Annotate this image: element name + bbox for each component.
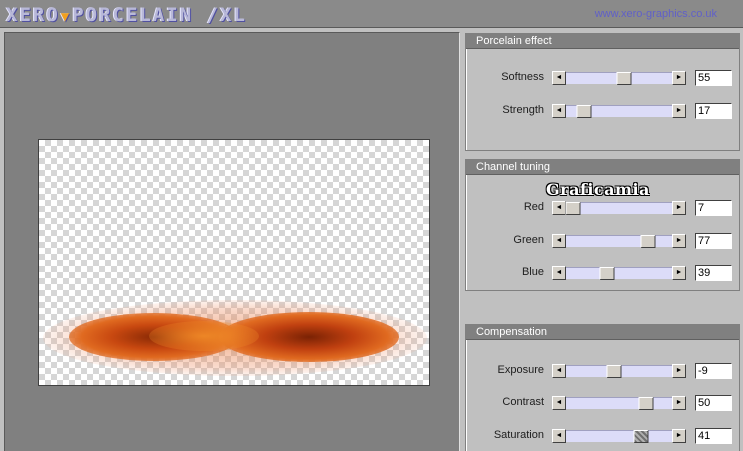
slider-row-exposure: Exposure ◄ ► -9 — [466, 363, 739, 379]
slider-thumb[interactable] — [576, 105, 592, 118]
slider-row-blue: Blue ◄ ► 39 — [466, 265, 739, 281]
slider-label: Contrast — [502, 396, 544, 408]
arrow-left-icon[interactable]: ◄ — [552, 201, 566, 215]
slider-track[interactable] — [566, 72, 672, 85]
slider-label: Saturation — [493, 429, 544, 441]
panel-channel-tuning: Channel tuning Graficamia Red ◄ ► 7 Gree… — [465, 159, 740, 291]
slider-row-saturation: Saturation ◄ ► 41 — [466, 428, 739, 444]
arrow-right-icon[interactable]: ► — [672, 364, 686, 378]
slider-row-green: Green ◄ ► 77 — [466, 233, 739, 249]
red-value-field[interactable]: 7 — [695, 200, 732, 216]
panel-title: Compensation — [466, 325, 739, 340]
arrow-left-icon[interactable]: ◄ — [552, 234, 566, 248]
softness-slider[interactable]: ◄ ► — [552, 71, 686, 85]
slider-thumb[interactable] — [606, 365, 622, 378]
title-bar: XERO▼PORCELAIN /XL www.xero-graphics.co.… — [0, 0, 743, 28]
slider-track[interactable] — [566, 235, 672, 248]
panel-title: Channel tuning — [466, 160, 739, 175]
arrow-left-icon[interactable]: ◄ — [552, 364, 566, 378]
arrow-left-icon[interactable]: ◄ — [552, 71, 566, 85]
slider-label: Softness — [501, 71, 544, 83]
watermark-text: Graficamia — [546, 180, 650, 199]
logo-text: XERO — [6, 4, 60, 26]
arrow-left-icon[interactable]: ◄ — [552, 104, 566, 118]
slider-label: Red — [523, 201, 544, 213]
arrow-right-icon[interactable]: ► — [672, 266, 686, 280]
effect-highlight — [149, 321, 259, 351]
slider-thumb[interactable] — [640, 235, 656, 248]
logo-text-2: PORCELAIN /XL — [72, 4, 247, 26]
slider-label: Green — [513, 234, 544, 246]
slider-track[interactable] — [566, 365, 672, 378]
exposure-slider[interactable]: ◄ ► — [552, 364, 686, 378]
app-logo: XERO▼PORCELAIN /XL — [6, 4, 247, 26]
slider-row-red: Red ◄ ► 7 — [466, 200, 739, 216]
blue-value-field[interactable]: 39 — [695, 265, 732, 281]
slider-track[interactable] — [566, 430, 672, 443]
blue-slider[interactable]: ◄ ► — [552, 266, 686, 280]
strength-slider[interactable]: ◄ ► — [552, 104, 686, 118]
panel-compensation: Compensation Exposure ◄ ► -9 Contrast ◄ … — [465, 324, 740, 451]
exposure-value-field[interactable]: -9 — [695, 363, 732, 379]
green-value-field[interactable]: 77 — [695, 233, 732, 249]
saturation-slider[interactable]: ◄ ► — [552, 429, 686, 443]
slider-label: Blue — [521, 266, 544, 278]
slider-row-strength: Strength ◄ ► 17 — [466, 103, 739, 119]
contrast-slider[interactable]: ◄ ► — [552, 396, 686, 410]
arrow-left-icon[interactable]: ◄ — [552, 266, 566, 280]
slider-thumb[interactable] — [599, 267, 615, 280]
preview-canvas[interactable] — [38, 139, 430, 386]
arrow-right-icon[interactable]: ► — [672, 234, 686, 248]
strength-value-field[interactable]: 17 — [695, 103, 732, 119]
slider-row-contrast: Contrast ◄ ► 50 — [466, 395, 739, 411]
arrow-right-icon[interactable]: ► — [672, 201, 686, 215]
website-link[interactable]: www.xero-graphics.co.uk — [595, 8, 717, 20]
slider-track[interactable] — [566, 267, 672, 280]
slider-label: Strength — [502, 104, 544, 116]
slider-thumb[interactable] — [633, 430, 649, 443]
contrast-value-field[interactable]: 50 — [695, 395, 732, 411]
slider-thumb[interactable] — [616, 72, 632, 85]
slider-thumb[interactable] — [565, 202, 581, 215]
slider-thumb[interactable] — [638, 397, 653, 410]
preview-area — [4, 32, 460, 451]
logo-triangle-icon: ▼ — [60, 9, 72, 25]
arrow-right-icon[interactable]: ► — [672, 71, 686, 85]
arrow-right-icon[interactable]: ► — [672, 396, 686, 410]
softness-value-field[interactable]: 55 — [695, 70, 732, 86]
panel-porcelain-effect: Porcelain effect Softness ◄ ► 55 Strengt… — [465, 33, 740, 151]
arrow-left-icon[interactable]: ◄ — [552, 429, 566, 443]
red-slider[interactable]: ◄ ► — [552, 201, 686, 215]
slider-track[interactable] — [565, 202, 672, 215]
saturation-value-field[interactable]: 41 — [695, 428, 732, 444]
slider-track[interactable] — [566, 397, 672, 410]
arrow-left-icon[interactable]: ◄ — [552, 396, 566, 410]
panel-title: Porcelain effect — [466, 34, 739, 49]
arrow-right-icon[interactable]: ► — [672, 104, 686, 118]
slider-track[interactable] — [566, 105, 672, 118]
slider-row-softness: Softness ◄ ► 55 — [466, 70, 739, 86]
green-slider[interactable]: ◄ ► — [552, 234, 686, 248]
arrow-right-icon[interactable]: ► — [672, 429, 686, 443]
slider-label: Exposure — [497, 364, 544, 376]
